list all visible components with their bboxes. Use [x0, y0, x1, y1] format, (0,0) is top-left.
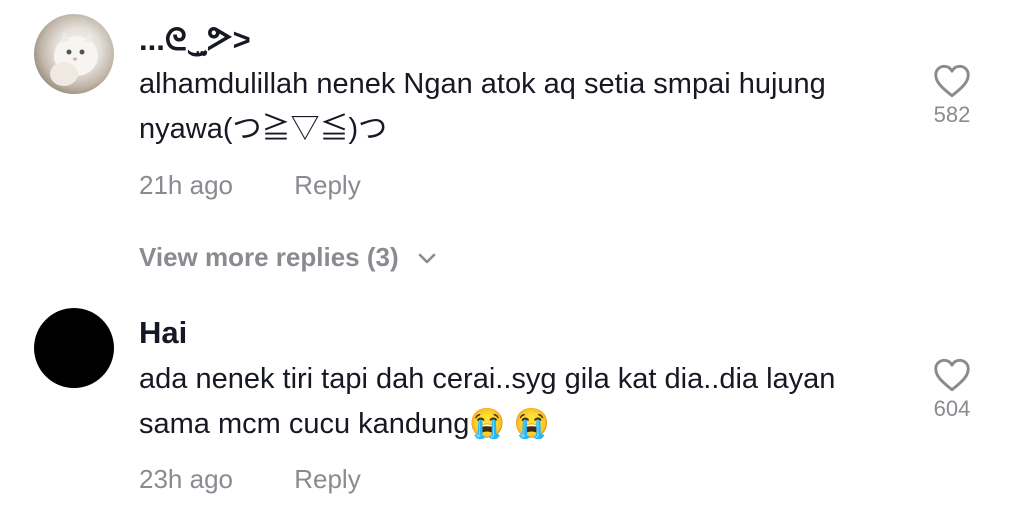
comment-timestamp: 23h ago — [139, 464, 233, 494]
comment-item: Hai ada nenek tiri tapi dah cerai..syg g… — [0, 0, 1020, 518]
user-avatar[interactable] — [34, 308, 114, 388]
heart-icon[interactable] — [933, 358, 971, 392]
comment-text: ada nenek tiri tapi dah cerai..syg gila … — [139, 363, 836, 440]
like-button[interactable]: 604 — [922, 358, 982, 422]
like-count: 604 — [933, 396, 971, 421]
comment-meta: 23h ago Reply — [139, 464, 361, 495]
reply-button[interactable]: Reply — [294, 464, 360, 494]
comment-username[interactable]: Hai — [139, 315, 187, 351]
